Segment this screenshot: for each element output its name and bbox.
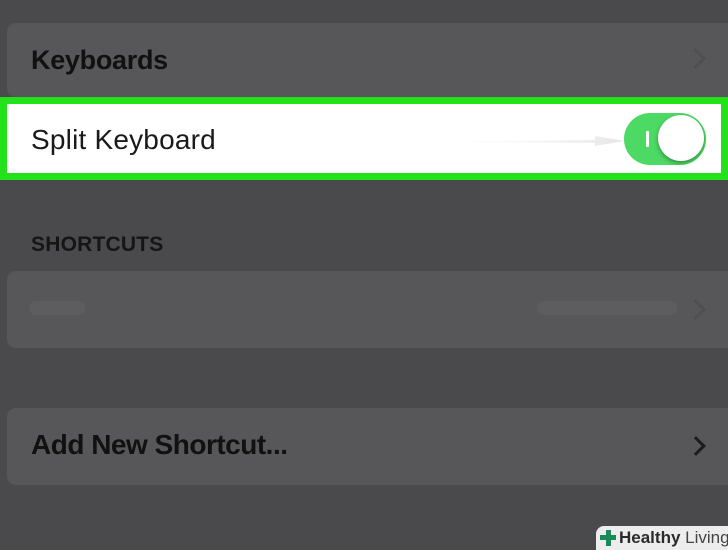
toggle-on-mark bbox=[646, 131, 649, 147]
watermark-brand-light: Living bbox=[685, 528, 728, 547]
split-keyboard-row[interactable]: Split Keyboard bbox=[0, 97, 728, 180]
swipe-arrow-icon bbox=[395, 136, 625, 146]
chevron-right-icon bbox=[684, 47, 707, 70]
shortcut-phrase-placeholder bbox=[29, 301, 85, 315]
shortcut-value-placeholder bbox=[537, 301, 677, 315]
keyboards-row[interactable]: Keyboards bbox=[7, 23, 728, 97]
watermark-text: Healthy Living bbox=[619, 528, 728, 548]
keyboards-label: Keyboards bbox=[31, 45, 168, 75]
watermark: Healthy Living bbox=[596, 526, 728, 550]
toggle-knob[interactable] bbox=[658, 115, 704, 161]
shortcuts-section-header: SHORTCUTS bbox=[31, 233, 164, 256]
split-keyboard-label: Split Keyboard bbox=[31, 124, 216, 155]
plus-cross-icon bbox=[600, 530, 616, 546]
split-keyboard-toggle[interactable] bbox=[624, 113, 706, 165]
add-new-shortcut-label: Add New Shortcut... bbox=[31, 429, 288, 460]
chevron-right-icon bbox=[684, 298, 707, 321]
shortcut-row[interactable] bbox=[7, 271, 728, 348]
watermark-brand-bold: Healthy bbox=[619, 528, 681, 547]
chevron-right-icon bbox=[686, 436, 706, 456]
add-new-shortcut-row[interactable]: Add New Shortcut... bbox=[7, 408, 728, 485]
